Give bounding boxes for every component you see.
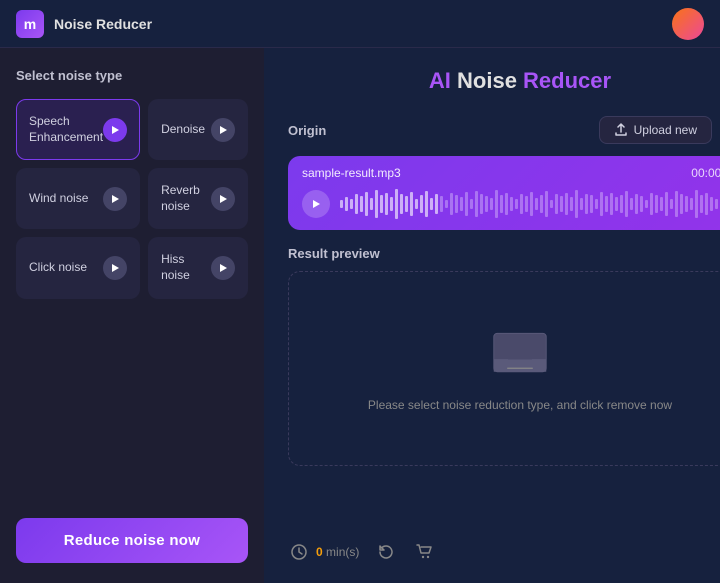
noise-type-grid: SpeechEnhancement Denoise Wind noise <box>16 99 248 299</box>
noise-item-wind[interactable]: Wind noise <box>16 168 140 229</box>
upload-new-button[interactable]: Upload new <box>599 116 712 144</box>
app-title: Noise Reducer <box>54 16 152 32</box>
timer-unit: min(s) <box>326 545 359 559</box>
play-icon-speech[interactable] <box>103 118 127 142</box>
inbox-icon <box>485 326 555 386</box>
audio-player: sample-result.mp3 00:00:12 <box>288 156 720 230</box>
refresh-icon[interactable] <box>375 541 397 563</box>
audio-play-button[interactable] <box>302 190 330 218</box>
audio-controls <box>302 188 720 220</box>
header-left: m Noise Reducer <box>16 10 152 38</box>
upload-icon <box>614 123 628 137</box>
origin-section: Origin Upload new <box>288 114 720 230</box>
reduce-noise-button[interactable]: Reduce noise now <box>16 518 248 563</box>
origin-label: Origin <box>288 123 326 138</box>
result-section: Result preview Please select noise reduc… <box>288 246 720 519</box>
avatar[interactable] <box>672 8 704 40</box>
result-box: Please select noise reduction type, and … <box>288 271 720 466</box>
app-logo: m <box>16 10 44 38</box>
heading-ai: AI <box>429 68 457 93</box>
left-panel: Select noise type SpeechEnhancement Deno… <box>0 48 264 583</box>
timer-icon <box>288 541 310 563</box>
noise-label-wind: Wind noise <box>29 191 88 207</box>
play-icon-reverb[interactable] <box>211 187 235 211</box>
heading-reducer: Reducer <box>523 68 611 93</box>
noise-label-denoise: Denoise <box>161 122 205 138</box>
origin-actions: Upload new <box>599 114 720 146</box>
audio-filename: sample-result.mp3 <box>302 166 401 180</box>
noise-item-click[interactable]: Click noise <box>16 237 140 298</box>
noise-item-speech-enhancement[interactable]: SpeechEnhancement <box>16 99 140 160</box>
footer-timer: 0 min(s) <box>288 541 359 563</box>
heading-noise: Noise <box>457 68 523 93</box>
section-title: Select noise type <box>16 68 248 83</box>
noise-label-hiss: Hiss noise <box>161 252 211 283</box>
noise-item-hiss[interactable]: Hiss noise <box>148 237 248 298</box>
play-icon-click[interactable] <box>103 256 127 280</box>
cart-icon[interactable] <box>413 541 435 563</box>
audio-meta: sample-result.mp3 00:00:12 <box>302 166 720 180</box>
result-label: Result preview <box>288 246 720 261</box>
noise-item-denoise[interactable]: Denoise <box>148 99 248 160</box>
noise-item-reverb[interactable]: Reverb noise <box>148 168 248 229</box>
result-placeholder-text: Please select noise reduction type, and … <box>368 398 672 412</box>
right-panel: AI Noise Reducer Origin Upload new <box>264 48 720 583</box>
noise-label-speech: SpeechEnhancement <box>29 114 103 145</box>
app-header: m Noise Reducer <box>0 0 720 48</box>
play-icon-denoise[interactable] <box>211 118 235 142</box>
main-layout: Select noise type SpeechEnhancement Deno… <box>0 48 720 583</box>
play-icon-wind[interactable] <box>103 187 127 211</box>
origin-header: Origin Upload new <box>288 114 720 146</box>
audio-duration: 00:00:12 <box>691 166 720 180</box>
footer: 0 min(s) <box>288 533 720 563</box>
timer-value: 0 <box>316 545 323 559</box>
noise-label-reverb: Reverb noise <box>161 183 211 214</box>
audio-play-icon <box>311 199 321 209</box>
noise-label-click: Click noise <box>29 260 87 276</box>
play-icon-hiss[interactable] <box>211 256 235 280</box>
page-heading: AI Noise Reducer <box>288 68 720 94</box>
waveform <box>340 188 720 220</box>
